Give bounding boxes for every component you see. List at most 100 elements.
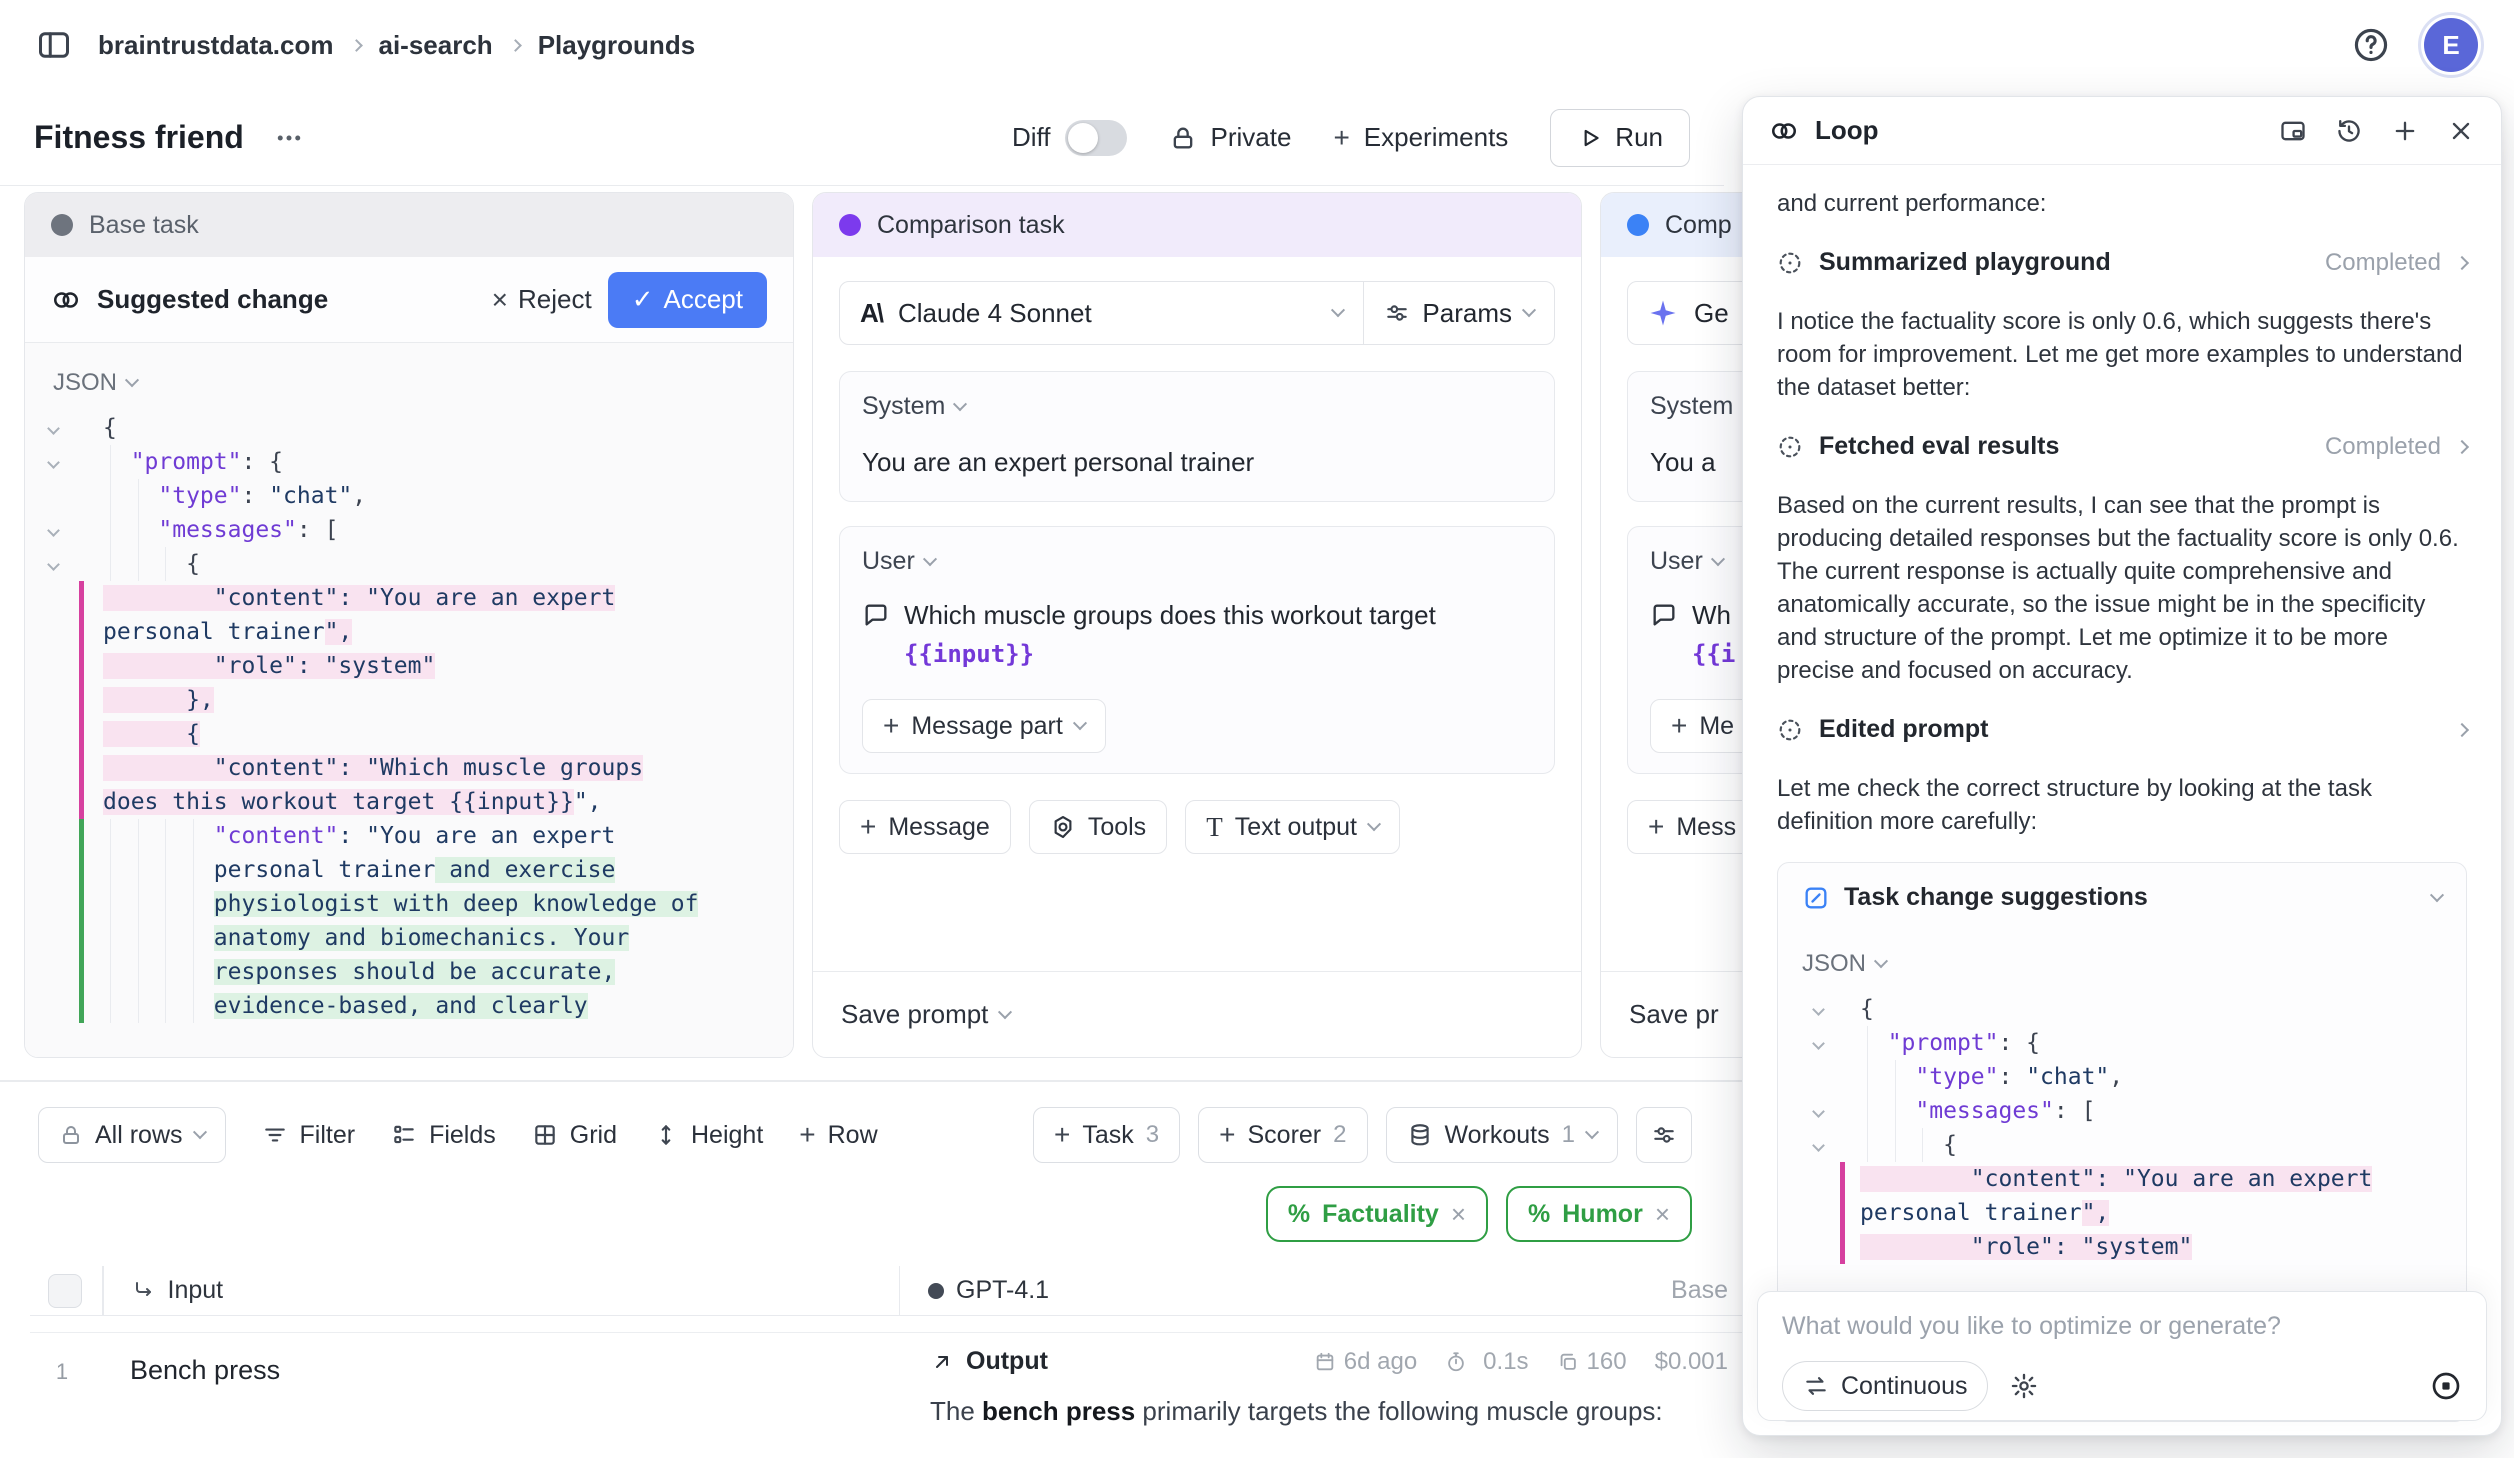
step-status-icon <box>1777 434 1803 460</box>
row-input-cell[interactable]: Bench press <box>130 1355 280 1386</box>
column-header-input[interactable]: Input <box>104 1276 899 1305</box>
diff-label: Diff <box>1012 122 1051 153</box>
lock-icon <box>1169 124 1197 152</box>
avatar[interactable]: E <box>2424 18 2478 72</box>
gemini-sparkle-icon <box>1648 298 1678 328</box>
loop-step-fetched[interactable]: Fetched eval results Completed <box>1777 432 2467 461</box>
chevron-right-icon <box>2455 439 2469 453</box>
system-role-dropdown[interactable]: System <box>862 392 1532 421</box>
scorer-chip-factuality[interactable]: % Factuality × <box>1266 1186 1488 1242</box>
gear-icon[interactable] <box>2010 1372 2038 1400</box>
add-scorer-button[interactable]: + Scorer 2 <box>1198 1107 1367 1163</box>
grid-view-button[interactable]: Grid <box>532 1121 617 1150</box>
select-all-checkbox[interactable] <box>48 1274 82 1308</box>
format-dropdown[interactable]: JSON <box>1802 938 2442 992</box>
format-dropdown[interactable]: JSON <box>25 357 793 411</box>
popout-icon[interactable] <box>2279 117 2307 145</box>
run-button[interactable]: Run <box>1550 109 1690 167</box>
params-button[interactable]: Params <box>1364 282 1554 344</box>
stop-voice-icon[interactable] <box>2430 1370 2462 1402</box>
loop-step-edited[interactable]: Edited prompt <box>1777 715 2467 744</box>
code-line: responses should be accurate, <box>25 955 793 989</box>
loop-panel-title: Loop <box>1815 115 1879 146</box>
step-status-icon <box>1777 717 1803 743</box>
system-message-text[interactable]: You are an expert personal trainer <box>862 443 1532 481</box>
code-line: "type": "chat", <box>1802 1060 2442 1094</box>
fields-button[interactable]: Fields <box>391 1121 496 1150</box>
save-prompt-dropdown[interactable]: Save prompt <box>813 971 1581 1057</box>
playground-header: Fitness friend Diff Private + Experiment… <box>0 90 1724 186</box>
history-icon[interactable] <box>2335 117 2363 145</box>
model-dot-icon <box>928 1283 944 1299</box>
code-line: { <box>1802 992 2442 1026</box>
accept-button[interactable]: ✓ Accept <box>608 272 767 328</box>
add-task-button[interactable]: + Task 3 <box>1033 1107 1180 1163</box>
loop-input-card: What would you like to optimize or gener… <box>1757 1291 2487 1421</box>
row-number: 1 <box>30 1359 94 1385</box>
grid-settings-button[interactable] <box>1636 1107 1692 1163</box>
tools-button[interactable]: Tools <box>1029 800 1167 854</box>
dataset-dropdown[interactable]: Workouts 1 <box>1386 1107 1619 1163</box>
add-row-button[interactable]: + Row <box>799 1121 877 1150</box>
sliders-icon <box>1384 300 1410 326</box>
base-json-editor[interactable]: JSON { "prompt": { "type": "chat", "mess… <box>25 343 793 1057</box>
continuous-mode-button[interactable]: Continuous <box>1782 1361 1988 1411</box>
row-height-button[interactable]: Height <box>653 1121 763 1150</box>
chevron-down-icon <box>1874 954 1888 968</box>
filter-button[interactable]: Filter <box>262 1121 356 1150</box>
chevron-down-icon <box>923 552 937 566</box>
column-header-base: Base <box>1671 1276 1742 1305</box>
close-icon[interactable] <box>2447 117 2475 145</box>
new-session-icon[interactable] <box>2391 117 2419 145</box>
user-message-text-2[interactable]: Wh {{i <box>1692 596 1735 673</box>
row-output-cell[interactable]: Output 6d ago 0.1s 160 $0.001 The bench … <box>930 1347 1728 1430</box>
model-select[interactable]: A\ Claude 4 Sonnet <box>840 282 1363 344</box>
remove-icon[interactable]: × <box>1655 1199 1670 1230</box>
experiments-button[interactable]: + Experiments <box>1333 122 1508 153</box>
code-line: "prompt": { <box>1802 1026 2442 1060</box>
message-bubble-icon <box>862 601 890 673</box>
user-message-text[interactable]: Which muscle groups does this workout ta… <box>904 596 1532 673</box>
remove-icon[interactable]: × <box>1451 1199 1466 1230</box>
chevron-down-icon <box>1367 817 1381 831</box>
private-button[interactable]: Private <box>1169 122 1292 153</box>
chevron-down-icon <box>192 1125 206 1139</box>
add-message-part-button[interactable]: + Message part <box>862 699 1106 753</box>
breadcrumb-project[interactable]: ai-search <box>379 30 493 61</box>
chevron-down-icon <box>1331 303 1345 317</box>
scorer-chip-humor[interactable]: % Humor × <box>1506 1186 1692 1242</box>
add-message-part-button-2[interactable]: + Me <box>1650 699 1755 753</box>
user-role-dropdown[interactable]: User <box>862 547 1532 576</box>
task-change-suggestions-header[interactable]: Task change suggestions <box>1802 883 2442 912</box>
diff-toggle[interactable] <box>1065 120 1127 156</box>
loop-json-diff: { "prompt": { "type": "chat", "messages"… <box>1802 992 2442 1264</box>
loop-step-summarized[interactable]: Summarized playground Completed <box>1777 248 2467 277</box>
plus-icon: + <box>1333 124 1349 152</box>
breadcrumb-section[interactable]: Playgrounds <box>538 30 695 61</box>
add-message-button-2[interactable]: + Mess <box>1627 800 1757 854</box>
all-rows-dropdown[interactable]: All rows <box>38 1107 226 1163</box>
loop-feed: and current performance: Summarized play… <box>1743 165 2501 1435</box>
add-message-button[interactable]: + Message <box>839 800 1011 854</box>
chevron-down-icon <box>125 373 139 387</box>
help-icon[interactable] <box>2352 26 2390 64</box>
reject-button[interactable]: × Reject <box>492 284 592 316</box>
breadcrumb-org[interactable]: braintrustdata.com <box>98 30 334 61</box>
comparison-task-header: Comparison task <box>813 193 1581 257</box>
text-output-button[interactable]: T Text output <box>1185 800 1400 854</box>
table-row[interactable]: 1 Bench press Output 6d ago 0.1s 160 <box>30 1332 1742 1442</box>
tokens-icon <box>1557 1351 1579 1373</box>
code-line: personal trainer", <box>1802 1196 2442 1230</box>
loop-input[interactable]: What would you like to optimize or gener… <box>1782 1312 2462 1341</box>
loop-paragraph: I notice the factuality score is only 0.… <box>1777 305 2467 404</box>
database-icon <box>1407 1122 1433 1148</box>
plus-icon: + <box>1219 1121 1235 1149</box>
more-options-icon[interactable] <box>274 123 304 153</box>
chevron-down-icon <box>2430 888 2444 902</box>
column-header-model[interactable]: GPT-4.1 Base <box>900 1276 1742 1305</box>
sidebar-toggle-icon[interactable] <box>36 27 72 63</box>
code-line: { <box>1802 1128 2442 1162</box>
filter-icon <box>262 1122 288 1148</box>
code-line: { <box>25 717 793 751</box>
loop-icon <box>1769 116 1799 146</box>
